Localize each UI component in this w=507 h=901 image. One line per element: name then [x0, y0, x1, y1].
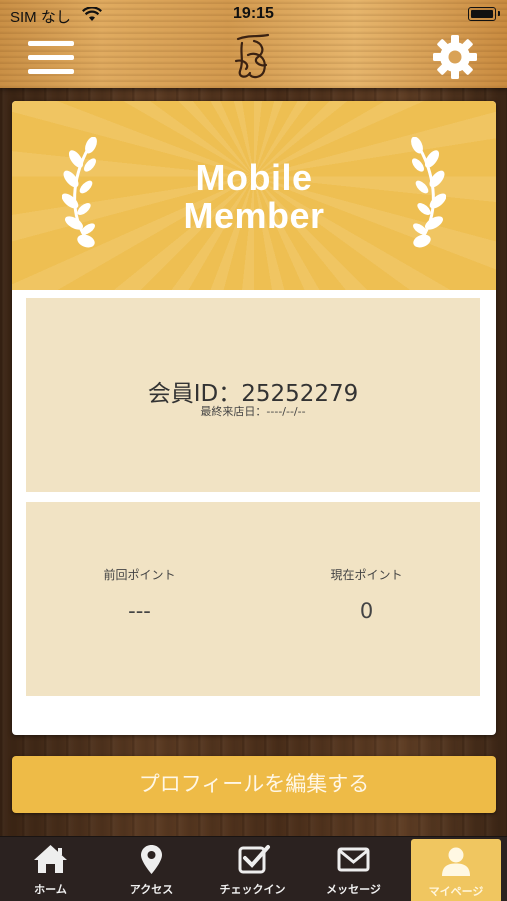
tab-bar: ホーム アクセス チェックイン メッセージ マイページ	[0, 836, 507, 901]
current-points-label: 現在ポイント	[330, 568, 403, 582]
current-points-value: 0	[359, 599, 374, 623]
points-panel: 前回ポイント --- 現在ポイント 0	[26, 502, 480, 696]
last-visit-date: 最終来店日：----/--/--	[200, 405, 306, 418]
shop-logo-icon	[234, 33, 270, 79]
previous-points-value: ---	[128, 599, 151, 623]
header-bar: SIM なし 19:15	[0, 0, 507, 88]
tab-message[interactable]: メッセージ	[303, 837, 404, 901]
previous-points: 前回ポイント ---	[26, 566, 253, 623]
tab-home[interactable]: ホーム	[0, 837, 101, 901]
previous-points-label: 前回ポイント	[103, 568, 176, 582]
current-points: 現在ポイント 0	[253, 566, 480, 623]
hamburger-menu-icon[interactable]	[28, 38, 76, 78]
tab-access-label: アクセス	[129, 883, 174, 896]
tab-mypage-label: マイページ	[428, 885, 484, 898]
tab-mypage[interactable]: マイページ	[411, 839, 501, 901]
battery-icon	[468, 7, 496, 21]
tab-message-label: メッセージ	[326, 883, 381, 896]
tab-checkin[interactable]: チェックイン	[202, 837, 303, 901]
member-banner: Mobile Member	[12, 101, 496, 290]
status-bar: SIM なし 19:15	[0, 0, 507, 30]
map-pin-icon	[141, 845, 162, 874]
clock-text: 19:15	[233, 5, 274, 22]
tab-home-label: ホーム	[34, 883, 67, 896]
checkbox-icon	[238, 845, 270, 874]
laurel-right-icon	[411, 137, 446, 248]
person-icon	[442, 847, 470, 876]
edit-profile-button[interactable]: プロフィールを編集する	[12, 756, 496, 813]
gear-icon[interactable]	[430, 32, 480, 82]
tab-access[interactable]: アクセス	[101, 837, 202, 901]
home-icon	[34, 845, 67, 873]
envelope-icon	[337, 847, 370, 872]
member-card: Mobile Member 会員ID：25252279 最終来店日：----/-…	[12, 101, 496, 735]
tab-checkin-label: チェックイン	[219, 883, 286, 896]
member-id-panel: 会員ID：25252279 最終来店日：----/--/--	[26, 298, 480, 492]
